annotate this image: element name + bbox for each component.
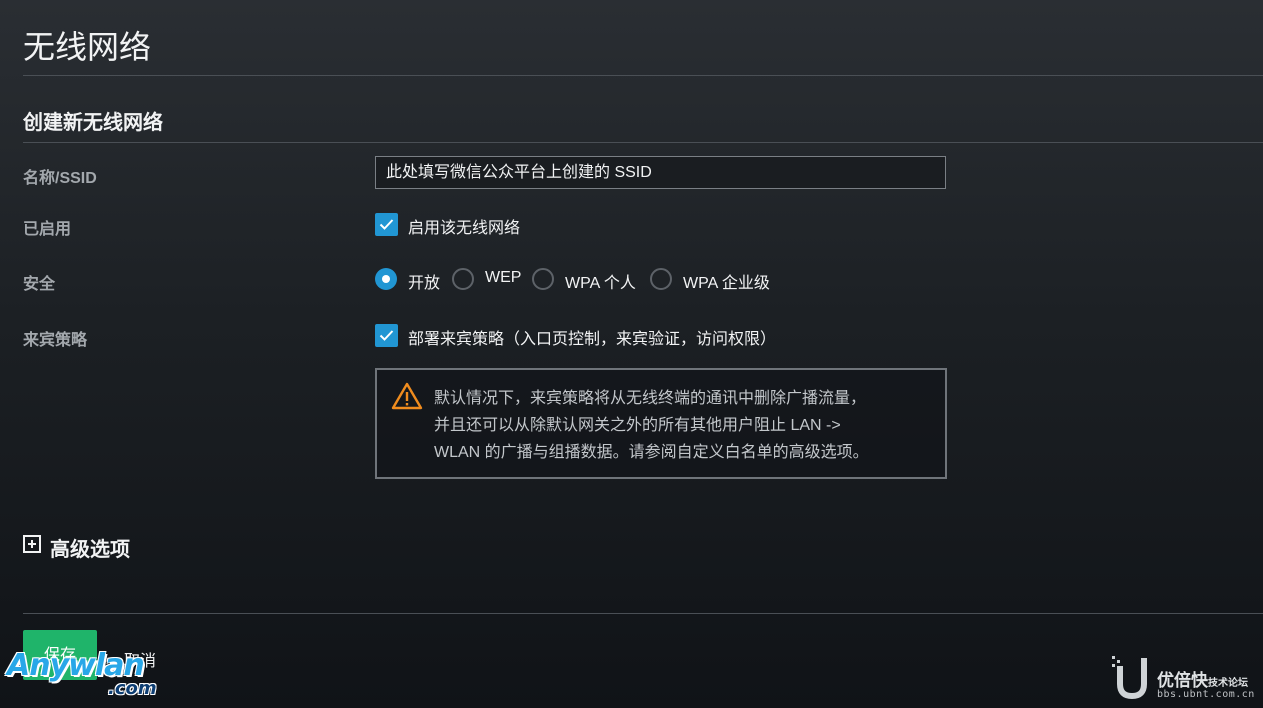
ubnt-forum-watermark: 优倍快技术论坛 bbs.ubnt.com.cn	[1108, 652, 1258, 704]
anywlan-watermark: Anywlan .com	[7, 648, 167, 704]
enabled-checkbox[interactable]	[375, 213, 398, 236]
ubnt-forum-url: bbs.ubnt.com.cn	[1157, 689, 1255, 700]
guest-policy-checkbox-label[interactable]: 部署来宾策略（入口页控制，来宾验证，访问权限）	[408, 325, 776, 349]
guest-policy-warning: 默认情况下，来宾策略将从无线终端的通讯中删除广播流量， 并且还可以从除默认网关之…	[375, 368, 947, 479]
security-radio-wpa-personal-label[interactable]: WPA 个人	[565, 269, 636, 293]
security-radio-wpa-enterprise-label[interactable]: WPA 企业级	[683, 269, 770, 293]
security-radio-open-label[interactable]: 开放	[408, 269, 440, 293]
section-divider	[23, 142, 1263, 143]
ubnt-forum-name: 优倍快	[1157, 671, 1208, 690]
guest-policy-checkbox[interactable]	[375, 324, 398, 347]
warning-triangle-icon	[391, 382, 423, 410]
security-radio-wpa-enterprise[interactable]	[650, 268, 672, 290]
security-label: 安全	[23, 276, 56, 293]
ubnt-forum-suffix: 技术论坛	[1208, 678, 1248, 689]
guest-policy-label: 来宾策略	[23, 332, 88, 349]
enabled-label: 已启用	[23, 221, 72, 238]
page-title: 无线网络	[23, 29, 152, 65]
security-radio-open[interactable]	[375, 268, 397, 290]
ssid-label: 名称/SSID	[23, 170, 97, 187]
security-radio-wep-label[interactable]: WEP	[485, 269, 521, 287]
anywlan-watermark-sub: .com	[108, 678, 157, 699]
footer-divider	[23, 613, 1263, 614]
security-radio-wep[interactable]	[452, 268, 474, 290]
ssid-input[interactable]: 此处填写微信公众平台上创建的 SSID	[375, 156, 946, 189]
advanced-options-label[interactable]: 高级选项	[50, 533, 130, 562]
security-radio-wpa-personal[interactable]	[532, 268, 554, 290]
warning-line-3: WLAN 的广播与组播数据。请参阅自定义白名单的高级选项。	[434, 444, 869, 461]
section-title: 创建新无线网络	[23, 112, 163, 134]
ubnt-forum-title: 优倍快技术论坛	[1157, 666, 1248, 691]
checkmark-icon	[379, 330, 394, 341]
plus-box-icon	[23, 535, 41, 553]
enabled-checkbox-label[interactable]: 启用该无线网络	[408, 214, 520, 238]
warning-line-1: 默认情况下，来宾策略将从无线终端的通讯中删除广播流量，	[434, 390, 867, 407]
title-divider	[23, 75, 1263, 76]
warning-line-2: 并且还可以从除默认网关之外的所有其他用户阻止 LAN ->	[434, 417, 841, 434]
checkmark-icon	[379, 219, 394, 230]
ubiquiti-logo-icon	[1112, 656, 1147, 700]
